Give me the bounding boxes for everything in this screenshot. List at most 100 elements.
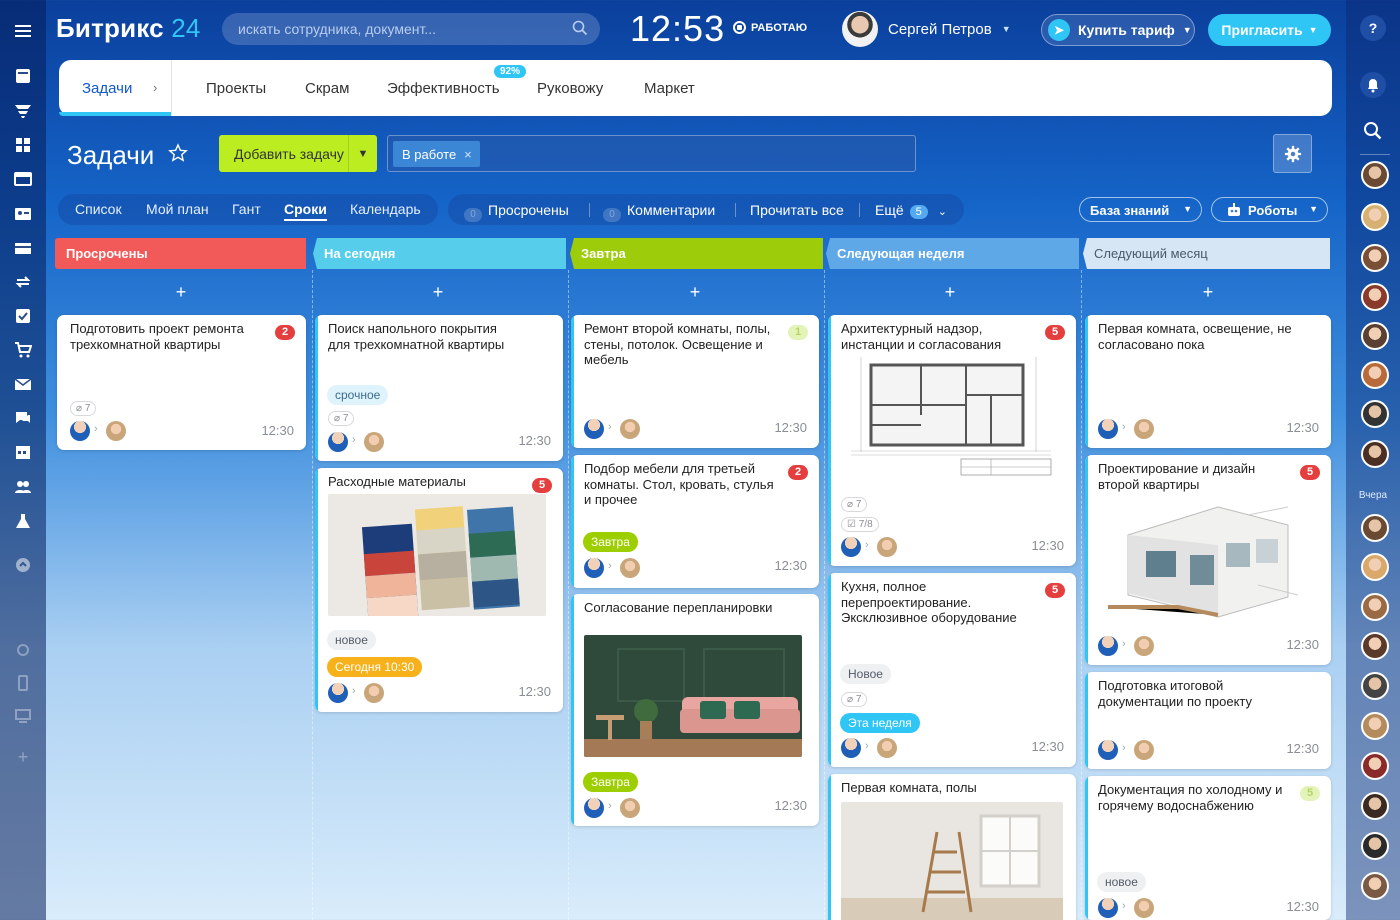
employees-icon[interactable] bbox=[14, 478, 32, 496]
search-input[interactable]: искать сотрудника, документ... bbox=[222, 13, 600, 45]
user-avatar[interactable] bbox=[1361, 203, 1389, 231]
task-tag[interactable]: Новое bbox=[840, 664, 891, 684]
dashboard-icon[interactable] bbox=[14, 136, 32, 154]
responsible-avatar[interactable] bbox=[620, 558, 640, 578]
creator-avatar[interactable] bbox=[1098, 419, 1118, 439]
creator-avatar[interactable] bbox=[584, 798, 604, 818]
mobile-icon[interactable] bbox=[14, 674, 32, 692]
responsible-avatar[interactable] bbox=[1134, 898, 1154, 918]
view-my-plan[interactable]: Мой план bbox=[146, 201, 209, 217]
bell-icon[interactable] bbox=[1360, 72, 1386, 98]
responsible-avatar[interactable] bbox=[877, 738, 897, 758]
responsible-avatar[interactable] bbox=[877, 537, 897, 557]
filter-chip[interactable]: В работе × bbox=[393, 141, 480, 167]
task-card[interactable]: Первая комната, освещение, не согласован… bbox=[1085, 315, 1331, 448]
task-card[interactable]: Архитектурный надзор, инстанции и соглас… bbox=[828, 315, 1076, 566]
chevron-down-icon[interactable]: ▼ bbox=[349, 148, 377, 160]
user-avatar[interactable] bbox=[1361, 832, 1389, 860]
view-deadlines[interactable]: Сроки bbox=[284, 201, 327, 221]
creator-avatar[interactable] bbox=[1098, 898, 1118, 918]
star-icon[interactable] bbox=[168, 143, 188, 163]
attachment-counter[interactable]: ⌀ 7 bbox=[328, 411, 355, 426]
tab-scrum[interactable]: Скрам bbox=[305, 80, 349, 97]
help-icon[interactable]: ? bbox=[1360, 15, 1386, 41]
task-card[interactable]: Поиск напольного покрытия для трехкомнат… bbox=[315, 315, 563, 461]
collapse-icon[interactable] bbox=[14, 556, 32, 574]
creator-avatar[interactable] bbox=[70, 421, 90, 441]
buy-tariff-button[interactable]: ➤ Купить тариф ▼ bbox=[1041, 14, 1195, 46]
task-image-interior[interactable] bbox=[584, 635, 802, 757]
creator-avatar[interactable] bbox=[328, 683, 348, 703]
store-icon[interactable] bbox=[14, 239, 32, 257]
feed-icon[interactable] bbox=[14, 67, 32, 85]
creator-avatar[interactable] bbox=[1098, 740, 1118, 760]
add-card-button[interactable]: + bbox=[940, 282, 960, 303]
calendar-icon[interactable] bbox=[14, 443, 32, 461]
responsible-avatar[interactable] bbox=[1134, 636, 1154, 656]
add-card-button[interactable]: + bbox=[428, 282, 448, 303]
overdue-counter[interactable]: 0 Просрочены bbox=[464, 202, 569, 222]
task-card[interactable]: Проектирование и дизайн второй квартиры … bbox=[1085, 455, 1331, 665]
user-avatar[interactable] bbox=[1361, 400, 1389, 428]
deadline-tag[interactable]: Завтра bbox=[583, 532, 638, 552]
sites-icon[interactable] bbox=[14, 170, 32, 188]
creator-avatar[interactable] bbox=[584, 558, 604, 578]
knowledge-base-button[interactable]: База знаний ▼ bbox=[1079, 197, 1202, 222]
task-card[interactable]: Подготовка итоговой документации по прое… bbox=[1085, 672, 1331, 769]
filter-input[interactable]: В работе × bbox=[387, 135, 916, 172]
creator-avatar[interactable] bbox=[584, 419, 604, 439]
tab-projects[interactable]: Проекты bbox=[206, 80, 266, 97]
add-task-button[interactable]: Добавить задачу ▼ bbox=[219, 135, 377, 172]
responsible-avatar[interactable] bbox=[620, 798, 640, 818]
read-all-button[interactable]: Прочитать все bbox=[750, 202, 844, 218]
user-avatar[interactable] bbox=[1361, 712, 1389, 740]
column-header-next-month[interactable]: Следующий месяц bbox=[1083, 238, 1330, 269]
sync-icon[interactable] bbox=[14, 273, 32, 291]
tab-efficiency[interactable]: Эффективность bbox=[387, 80, 500, 97]
cart-icon[interactable] bbox=[14, 341, 33, 359]
robots-button[interactable]: Роботы ▼ bbox=[1211, 197, 1328, 222]
user-avatar[interactable] bbox=[1361, 440, 1389, 468]
responsible-avatar[interactable] bbox=[364, 683, 384, 703]
user-avatar[interactable] bbox=[1361, 872, 1389, 900]
task-card[interactable]: Кухня, полное перепроектирование. Эксклю… bbox=[828, 573, 1076, 767]
creator-avatar[interactable] bbox=[841, 537, 861, 557]
settings-button[interactable] bbox=[1273, 134, 1312, 173]
add-card-button[interactable]: + bbox=[1198, 282, 1218, 303]
user-avatar[interactable] bbox=[1361, 244, 1389, 272]
crm-icon[interactable] bbox=[14, 102, 32, 120]
task-card[interactable]: Документация по холодному и горячему вод… bbox=[1085, 776, 1331, 920]
tab-supervising[interactable]: Руковожу bbox=[537, 80, 603, 97]
add-icon[interactable]: + bbox=[14, 748, 32, 766]
creator-avatar[interactable] bbox=[841, 738, 861, 758]
attachment-counter[interactable]: ⌀ 7 bbox=[70, 401, 97, 416]
logo[interactable]: Битрикс 24 bbox=[56, 13, 201, 44]
responsible-avatar[interactable] bbox=[364, 432, 384, 452]
chevron-right-icon[interactable]: › bbox=[153, 80, 157, 95]
attachment-counter[interactable]: ⌀ 7 bbox=[841, 497, 868, 512]
task-card[interactable]: Расходные материалы 5 новое Сегодня 10:3… bbox=[315, 468, 563, 712]
task-tag[interactable]: срочное bbox=[327, 385, 389, 405]
tab-market[interactable]: Маркет bbox=[644, 80, 695, 97]
user-avatar[interactable] bbox=[1361, 672, 1389, 700]
creator-avatar[interactable] bbox=[328, 432, 348, 452]
task-image-room[interactable] bbox=[841, 802, 1063, 920]
deadline-tag[interactable]: Эта неделя bbox=[840, 713, 920, 733]
user-avatar[interactable] bbox=[1361, 593, 1389, 621]
user-avatar[interactable] bbox=[1361, 514, 1389, 542]
invite-button[interactable]: Пригласить ▼ bbox=[1208, 14, 1331, 46]
responsible-avatar[interactable] bbox=[1134, 419, 1154, 439]
work-status-button[interactable]: РАБОТАЮ bbox=[733, 21, 807, 34]
search-icon[interactable] bbox=[1363, 121, 1383, 141]
task-card[interactable]: Согласование перепланировки Завтра › 12:… bbox=[571, 594, 819, 826]
add-card-button[interactable]: + bbox=[685, 282, 705, 303]
creator-avatar[interactable] bbox=[1098, 636, 1118, 656]
user-avatar[interactable] bbox=[1361, 322, 1389, 350]
task-image-swatches[interactable] bbox=[328, 494, 546, 616]
task-tag[interactable]: новое bbox=[327, 630, 376, 650]
task-image-house[interactable] bbox=[1098, 495, 1306, 621]
column-header-next-week[interactable]: Следующая неделя bbox=[826, 238, 1079, 269]
column-header-today[interactable]: На сегодня bbox=[313, 238, 566, 269]
attachment-counter[interactable]: ⌀ 7 bbox=[841, 692, 868, 707]
comments-counter[interactable]: 0 Комментарии bbox=[603, 202, 715, 222]
